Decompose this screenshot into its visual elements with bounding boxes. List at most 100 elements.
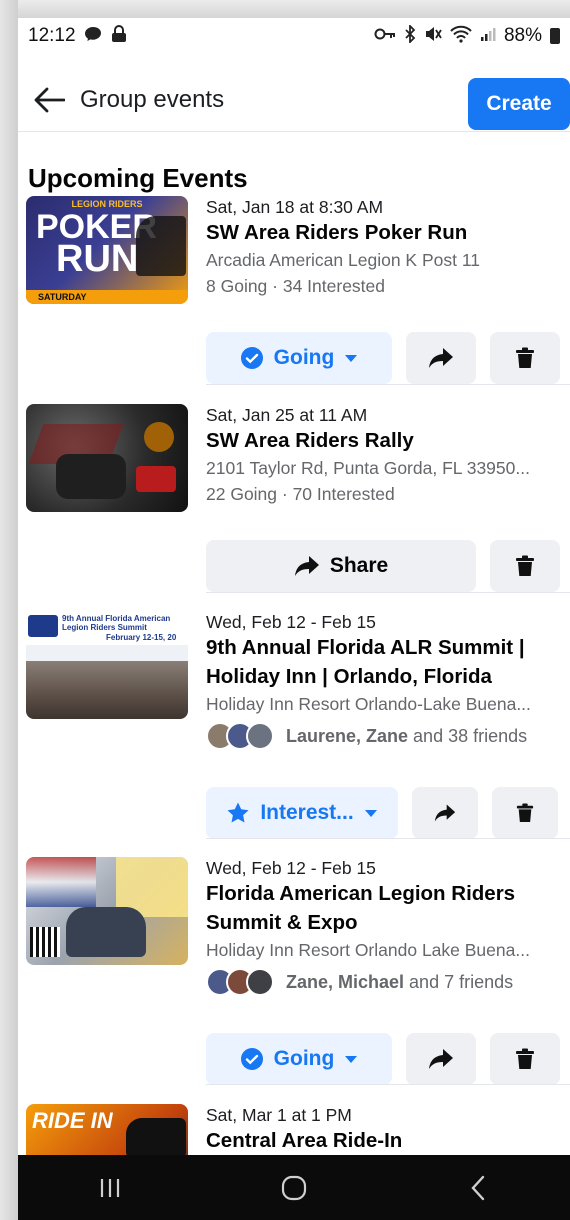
event-info: Sat, Jan 18 at 8:30 AM SW Area Riders Po…: [206, 196, 566, 299]
event-actions: Interest...: [206, 787, 558, 839]
section-title: Upcoming Events: [28, 163, 248, 193]
back-chevron-icon: [471, 1175, 485, 1200]
interested-dropdown-button[interactable]: Interest...: [206, 787, 398, 839]
friends-count-text: and 38 friends: [408, 725, 528, 746]
event-date: Sat, Mar 1 at 1 PM: [206, 1105, 352, 1125]
event-actions: Share: [206, 540, 560, 592]
caret-down-icon: [364, 810, 377, 817]
going-dropdown-button[interactable]: Going: [206, 332, 392, 384]
home-icon: [281, 1175, 307, 1200]
friend-names: Zane, Michael: [286, 971, 405, 992]
thumb-logo-shape: [28, 615, 58, 637]
share-button[interactable]: [406, 332, 476, 384]
event-thumbnail[interactable]: LEGION RIDERS POKER RUN SATURDAY: [26, 196, 188, 304]
event-title[interactable]: 9th Annual Florida ALR Summit | Holiday …: [206, 633, 566, 691]
star-icon: [227, 802, 249, 823]
event-date: Sat, Jan 25 at 11 AM: [206, 405, 368, 425]
event-info: Wed, Feb 12 - Feb 15 9th Annual Florida …: [206, 611, 566, 755]
delete-button[interactable]: [492, 787, 558, 839]
battery-percent: 88%: [503, 25, 542, 46]
battery-icon: [550, 28, 560, 44]
event-thumbnail[interactable]: [26, 404, 188, 512]
interested-label: Interest...: [260, 801, 354, 824]
thumb-flag-shape: [26, 857, 96, 907]
share-button[interactable]: Share: [206, 540, 476, 592]
avatar: [246, 968, 274, 996]
thumb-ride-in-text: RIDE IN: [32, 1108, 113, 1133]
share-arrow-icon: [294, 556, 319, 576]
delete-button[interactable]: [490, 540, 560, 592]
status-bar: 12:12 88%: [18, 18, 570, 54]
friends-going: Zane, Michael and 7 friends: [206, 963, 566, 1001]
event-location: 2101 Taylor Rd, Punta Gorda, FL 33950...: [206, 458, 530, 478]
event-info: Wed, Feb 12 - Feb 15 Florida American Le…: [206, 857, 566, 1001]
caret-down-icon: [345, 355, 358, 362]
event-thumbnail[interactable]: [26, 857, 188, 965]
event-location: Holiday Inn Resort Orlando Lake Buena...: [206, 940, 530, 960]
share-arrow-icon: [429, 348, 453, 368]
trash-icon: [516, 555, 534, 576]
event-date: Wed, Feb 12 - Feb 15: [206, 858, 376, 878]
thumb-motorcycle-shape: [136, 216, 186, 276]
signal-icon: [480, 26, 496, 47]
going-dropdown-button[interactable]: Going: [206, 1033, 392, 1085]
share-arrow-icon: [434, 804, 456, 822]
going-label: Going: [273, 1047, 335, 1070]
event-title[interactable]: SW Area Riders Rally: [206, 426, 566, 455]
event-date: Sat, Jan 18 at 8:30 AM: [206, 197, 384, 217]
event-title[interactable]: Florida American Legion Riders Summit & …: [206, 879, 566, 937]
device-frame-left: [0, 0, 18, 1220]
back-button[interactable]: [24, 80, 74, 120]
recent-apps-button[interactable]: [75, 1163, 145, 1213]
event-actions: Going: [206, 332, 560, 384]
share-button[interactable]: [406, 1033, 476, 1085]
share-button[interactable]: [412, 787, 478, 839]
android-navigation-bar: [18, 1155, 570, 1220]
divider: [206, 384, 570, 385]
friends-going: Laurene, Zane and 38 friends: [206, 717, 566, 755]
key-icon: [374, 27, 396, 46]
friend-names: Laurene, Zane: [286, 725, 409, 746]
messenger-notification-icon: [84, 26, 102, 47]
thumb-motorcycle-shape: [56, 454, 126, 499]
event-stats: 8 Going · 34 Interested: [206, 276, 385, 296]
device-frame-top: [0, 0, 570, 18]
thumb-bottom-text: SATURDAY: [26, 290, 188, 304]
delete-button[interactable]: [490, 1033, 560, 1085]
event-actions: Going: [206, 1033, 560, 1085]
recent-apps-icon: [100, 1178, 120, 1197]
home-button[interactable]: [259, 1163, 329, 1213]
friend-avatars: [206, 968, 274, 996]
event-title[interactable]: SW Area Riders Poker Run: [206, 218, 566, 247]
event-title[interactable]: Central Area Ride-In: [206, 1126, 566, 1155]
event-info: Sat, Mar 1 at 1 PM Central Area Ride-In: [206, 1104, 566, 1155]
avatar: [246, 722, 274, 750]
divider: [206, 1084, 570, 1085]
friend-avatars: [206, 722, 274, 750]
phone-screen: 12:12 88% Group events Create Upcoming E…: [18, 18, 570, 1220]
nav-back-button[interactable]: [443, 1163, 513, 1213]
create-event-button[interactable]: Create: [468, 78, 570, 130]
wifi-icon: [450, 25, 472, 48]
friends-count-text: and 7 friends: [404, 971, 514, 992]
going-label: Going: [273, 346, 335, 369]
check-circle-icon: [240, 1048, 263, 1070]
divider: [206, 592, 570, 593]
event-date: Wed, Feb 12 - Feb 15: [206, 612, 376, 632]
event-location: Arcadia American Legion K Post 11: [206, 250, 481, 270]
trash-icon: [516, 803, 534, 822]
trash-icon: [516, 1048, 534, 1069]
back-arrow-icon: [34, 87, 65, 112]
thumb-run-text: RUN: [56, 238, 139, 280]
share-label: Share: [329, 554, 389, 577]
status-time: 12:12: [28, 25, 76, 46]
lock-notification-icon: [110, 24, 128, 48]
event-thumbnail[interactable]: 9th Annual Florida American Legion Rider…: [26, 611, 188, 719]
thumb-band-logo-shape: [136, 466, 176, 492]
bluetooth-icon: [404, 23, 416, 48]
thumb-header-text: 9th Annual Florida American Legion Rider…: [62, 614, 171, 632]
thumb-motorcycle-shape: [66, 907, 146, 957]
delete-button[interactable]: [490, 332, 560, 384]
thumb-crowd-photo: [26, 661, 188, 719]
page-title: Group events: [80, 85, 225, 113]
